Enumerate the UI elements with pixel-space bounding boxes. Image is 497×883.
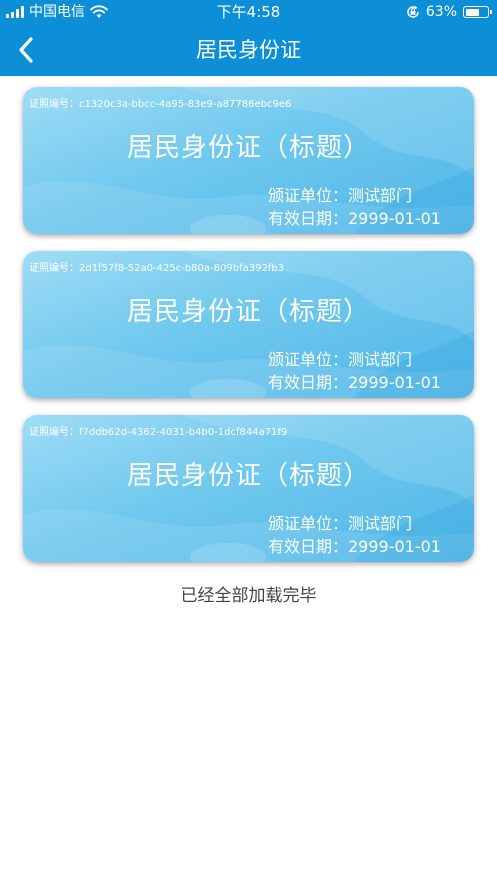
license-card[interactable]: 证照编号：2d1f57f8-52a0-425c-b80a-809bfa392fb… (23, 251, 474, 398)
card-issuer: 颁证单位：测试部门 (268, 350, 413, 369)
battery-fill (465, 8, 479, 16)
status-right: 63% (406, 3, 492, 21)
battery-percent: 63% (425, 4, 457, 20)
page-title: 居民身份证 (196, 38, 301, 62)
license-card[interactable]: 证照编号：c1320c3a-bbcc-4a95-83e9-a87786ebc9e… (23, 87, 474, 234)
load-complete-text: 已经全部加载完毕 (180, 586, 317, 606)
card-issuer: 颁证单位：测试部门 (268, 514, 413, 533)
battery-icon (463, 6, 492, 18)
card-number: 证照编号：f7ddb62d-4362-4031-b4b0-1dcf844a71f… (29, 427, 288, 438)
rotation-lock-icon (407, 5, 419, 18)
app-header: 中国电信 下午4:58 63% 居民身份证 (0, 0, 497, 76)
card-title: 居民身份证（标题） (126, 461, 370, 491)
battery-tip (490, 10, 492, 14)
card-title: 居民身份证（标题） (126, 297, 370, 327)
license-card[interactable]: 证照编号：f7ddb62d-4362-4031-b4b0-1dcf844a71f… (23, 415, 474, 562)
card-expiry: 有效日期：2999-01-01 (268, 373, 441, 392)
card-number: 证照编号：c1320c3a-bbcc-4a95-83e9-a87786ebc9e… (29, 99, 292, 110)
card-expiry: 有效日期：2999-01-01 (268, 537, 441, 556)
card-issuer: 颁证单位：测试部门 (268, 186, 413, 205)
nav-bar: 居民身份证 (0, 24, 497, 76)
license-card-list: 证照编号：c1320c3a-bbcc-4a95-83e9-a87786ebc9e… (23, 87, 474, 579)
card-expiry: 有效日期：2999-01-01 (268, 209, 441, 228)
card-number: 证照编号：2d1f57f8-52a0-425c-b80a-809bfa392fb… (29, 263, 285, 274)
card-title: 居民身份证（标题） (126, 133, 370, 163)
status-bar: 中国电信 下午4:58 63% (0, 0, 497, 24)
